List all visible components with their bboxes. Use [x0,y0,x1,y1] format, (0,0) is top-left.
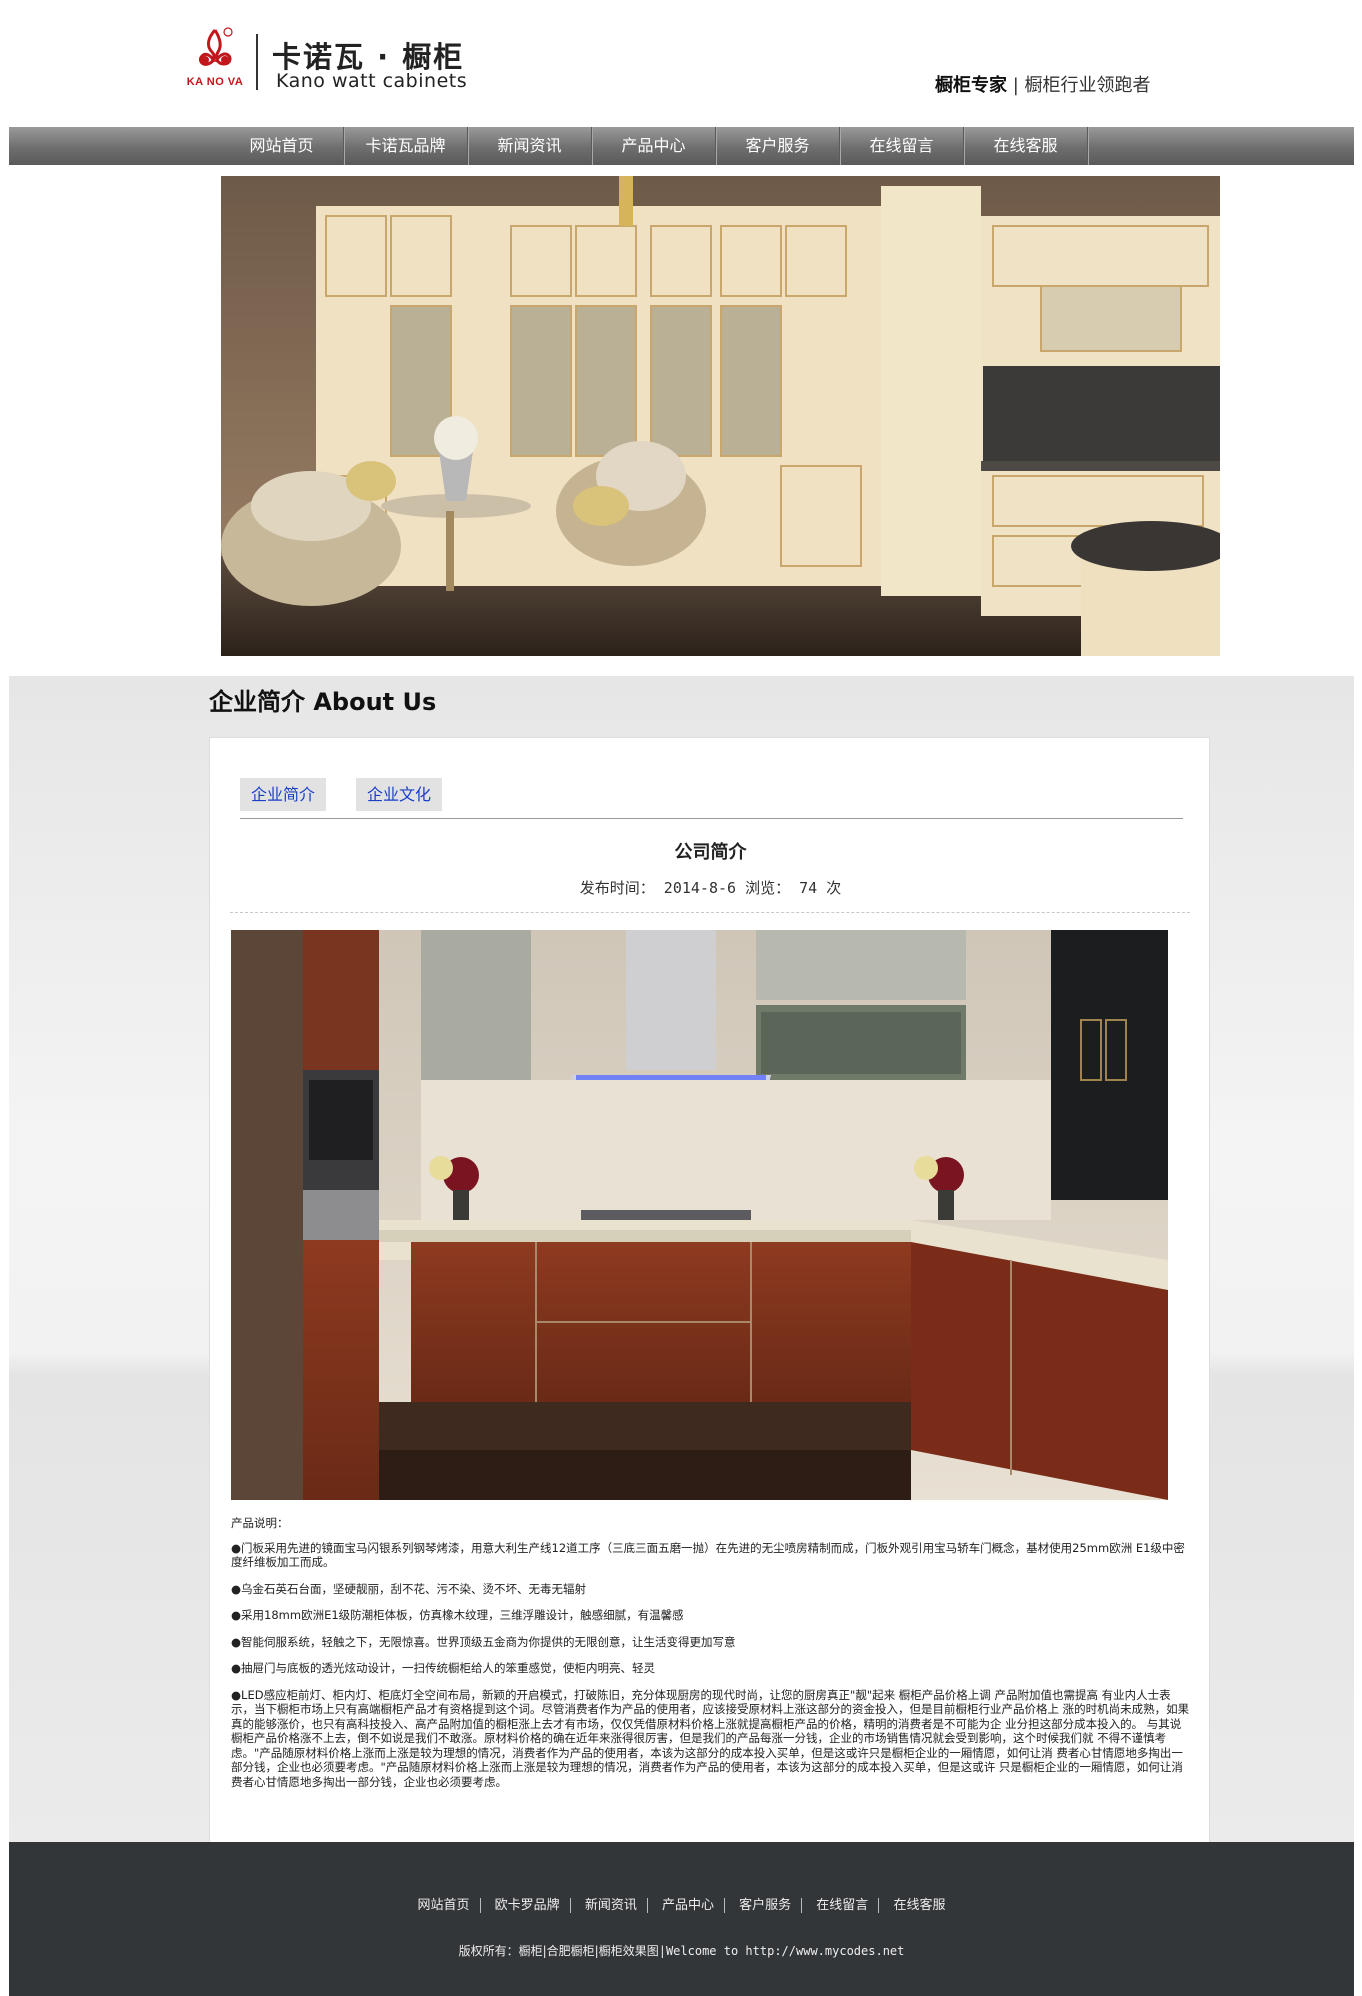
desc-paragraph: ●采用18mm欧洲E1级防潮柜体板，仿真橡木纹理，三维浮雕设计，触感细腻，有温馨… [231,1608,684,1622]
footer-separator [724,1898,725,1913]
site-header: KA NO VA 卡诺瓦 · 橱柜 Kano watt cabinets 橱柜专… [0,0,1362,126]
meta-date-label: 发布时间： [579,879,655,897]
nav-item-brand[interactable]: 卡诺瓦品牌 [344,127,468,165]
nav-list: 网站首页 卡诺瓦品牌 新闻资讯 产品中心 客户服务 在线留言 在线客服 [220,127,1088,165]
nav-item-news[interactable]: 新闻资讯 [468,127,592,165]
tab-divider [240,818,1183,819]
footer-copyright: 版权所有：橱柜|合肥橱柜|橱柜效果图|Welcome to http://www… [9,1942,1354,1959]
meta-date: 2014-8-6 [663,879,737,897]
footer-link-brand[interactable]: 欧卡罗品牌 [495,1898,560,1913]
banner-image [221,176,1220,656]
product-description: 产品说明： ●门板采用先进的镜面宝马闪银系列钢琴烤漆，用意大利生产线12道工序（… [231,1516,1191,1801]
footer-separator [646,1898,648,1913]
footer-link-news[interactable]: 新闻资讯 [585,1898,637,1913]
footer-link-service[interactable]: 客户服务 [739,1898,791,1913]
main-nav: 网站首页 卡诺瓦品牌 新闻资讯 产品中心 客户服务 在线留言 在线客服 [9,127,1354,165]
footer-separator [878,1898,880,1913]
brand-logo[interactable]: KA NO VA [184,26,246,94]
footer-link-online-support[interactable]: 在线客服 [893,1898,945,1913]
desc-paragraph: ●智能伺服系统，轻触之下，无限惊喜。世界顶级五金商为你提供的无限创意，让生活变得… [231,1634,736,1649]
copyright-tail: |Welcome to http://www.mycodes.net [658,1944,905,1958]
site-footer: 网站首页 欧卡罗品牌 新闻资讯 产品中心 客户服务 在线留言 在线客服 版权所有… [9,1842,1354,1996]
footer-links: 网站首页 欧卡罗品牌 新闻资讯 产品中心 客户服务 在线留言 在线客服 [9,1894,1354,1913]
footer-link-message[interactable]: 在线留言 [816,1898,868,1913]
nav-item-online-support[interactable]: 在线客服 [964,127,1088,165]
meta-divider [230,912,1190,913]
about-heading: 企业简介 About Us [209,688,437,716]
article-meta: 发布时间： 2014-8-6 浏览： 74 次 [210,877,1211,898]
banner-kitchen-photo [221,176,1220,656]
article-title: 公司简介 [674,842,747,863]
nav-item-products[interactable]: 产品中心 [592,127,716,165]
footer-link-home[interactable]: 网站首页 [418,1898,470,1913]
nav-item-home[interactable]: 网站首页 [220,127,344,165]
article-image [231,930,1168,1500]
meta-views-label: 浏览： [745,879,791,897]
footer-link-products[interactable]: 产品中心 [662,1898,714,1913]
copyright-sites[interactable]: 橱柜|合肥橱柜|橱柜效果图 [519,1944,659,1958]
nav-item-message[interactable]: 在线留言 [840,127,964,165]
logo-en-mark: KA NO VA [186,76,244,88]
brand-name-en: Kano watt cabinets [276,70,468,92]
desc-paragraph: ●乌金石英石台面，坚硬靓丽，刮不花、污不染、烫不坏、无毒无辐射 [231,1581,587,1596]
header-slogan: 橱柜专家 | 橱柜行业领跑者 [935,75,1151,96]
footer-separator [479,1898,481,1913]
desc-paragraph: ●LED感应柜前灯、柜内灯、柜底灯全空间布局，新颖的开启模式，打破陈旧，充分体现… [231,1687,1190,1789]
meta-views-unit: 次 [826,879,842,897]
nav-item-service[interactable]: 客户服务 [716,127,840,165]
logo-divider [256,34,258,90]
desc-heading: 产品说明： [231,1516,289,1530]
slogan-rest: 橱柜行业领跑者 [1024,75,1151,96]
copyright-label: 版权所有： [458,1944,519,1958]
tab-company-culture[interactable]: 企业文化 [356,778,443,811]
desc-paragraph: ●门板采用先进的镜面宝马闪银系列钢琴烤漆，用意大利生产线12道工序（三底三面五磨… [231,1540,1185,1570]
about-tabs: 企业简介 企业文化 [240,778,443,811]
article-kitchen-photo [231,930,1168,1500]
footer-separator [569,1898,571,1913]
logo-swirl-icon [198,27,233,66]
article-panel: 企业简介 企业文化 公司简介 发布时间： 2014-8-6 浏览： 74 次 产… [209,737,1210,1842]
tab-company-profile[interactable]: 企业简介 [240,778,327,811]
desc-paragraph: ●抽屉门与底板的透光炫动设计，一扫传统橱柜给人的笨重感觉，使柜内明亮、轻灵 [231,1661,656,1675]
footer-separator [801,1898,803,1913]
slogan-bold: 橱柜专家 [935,75,1007,96]
meta-views: 74 [799,879,818,897]
